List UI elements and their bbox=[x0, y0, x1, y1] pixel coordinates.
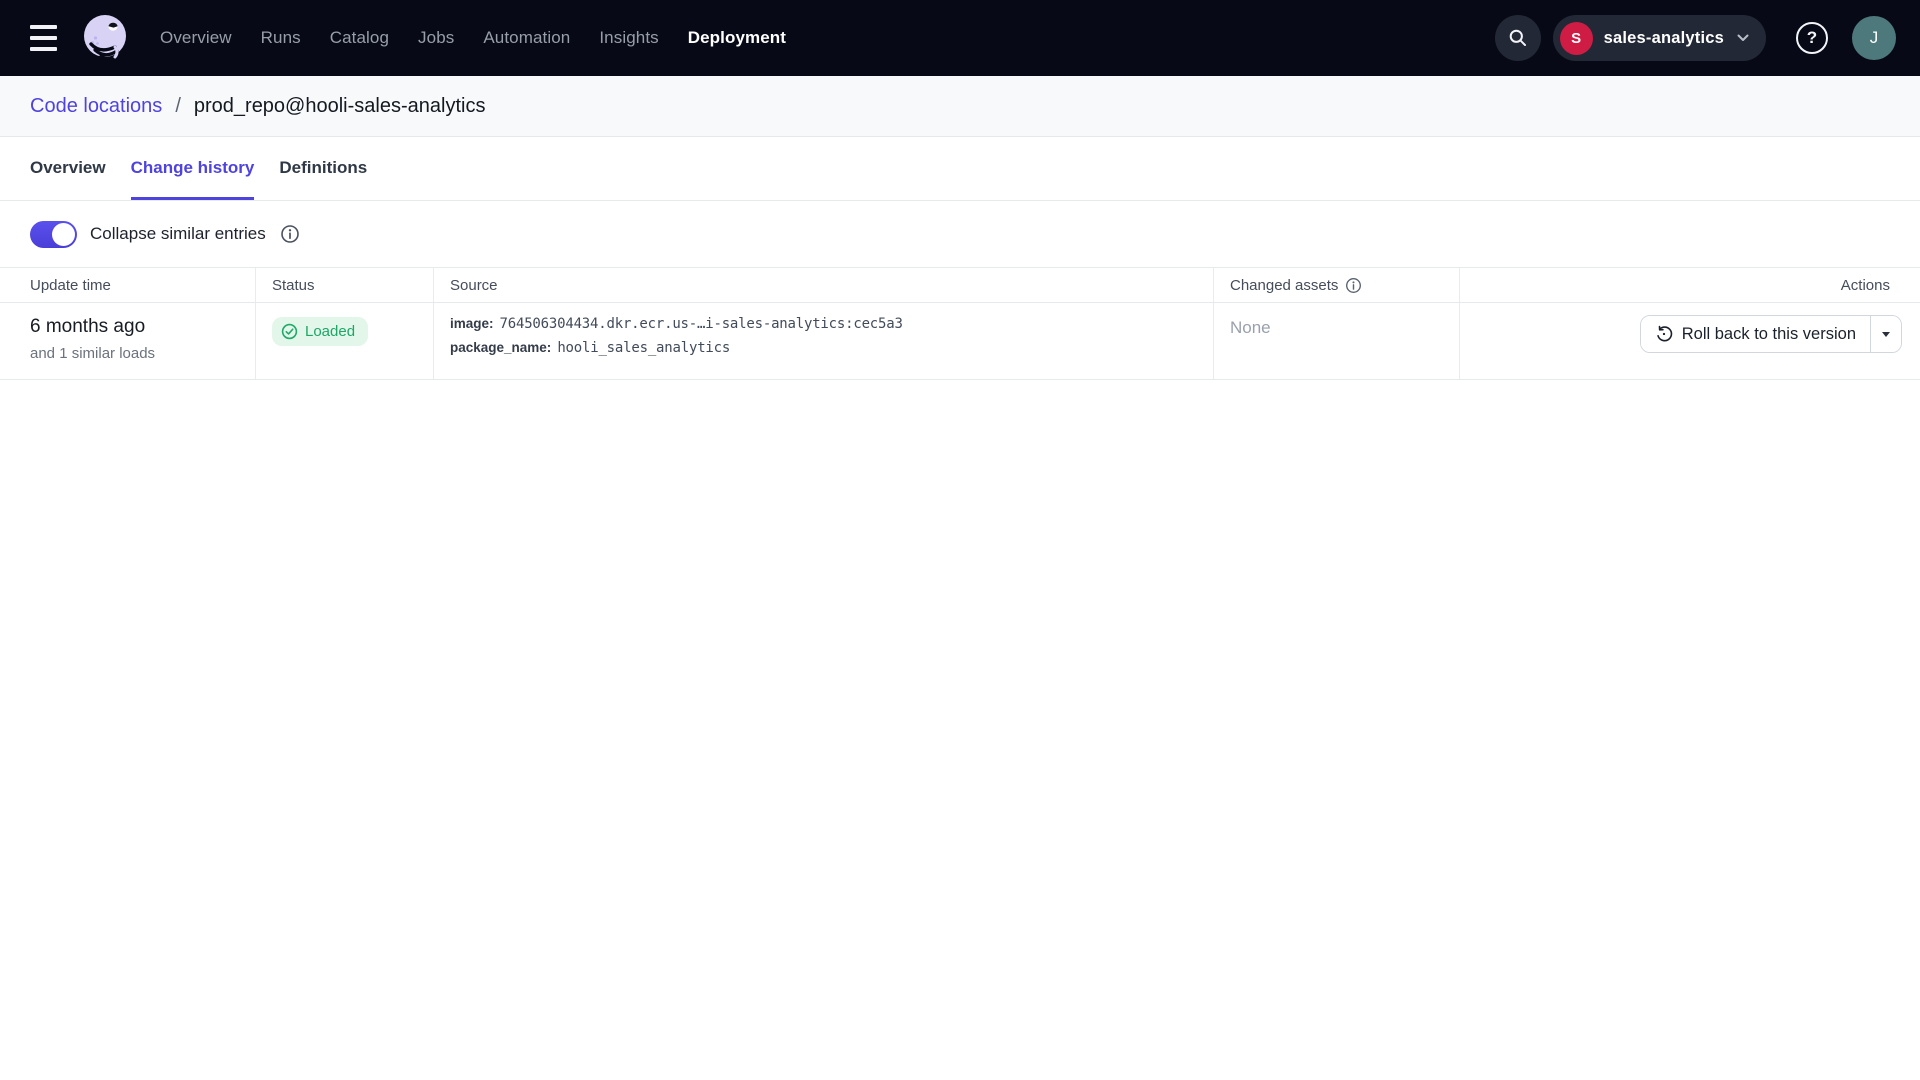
menu-button[interactable] bbox=[30, 25, 62, 51]
source-image-value: 764506304434.dkr.ecr.us-…i-sales-analyti… bbox=[500, 316, 903, 332]
workspace-avatar: S bbox=[1560, 22, 1593, 55]
page-title: prod_repo@hooli-sales-analytics bbox=[194, 95, 486, 118]
top-nav-bar: Overview Runs Catalog Jobs Automation In… bbox=[0, 0, 1920, 76]
nav-automation[interactable]: Automation bbox=[483, 28, 570, 48]
user-avatar[interactable]: J bbox=[1852, 16, 1896, 60]
changed-assets-cell: None bbox=[1213, 303, 1459, 379]
dagster-logo-icon[interactable] bbox=[78, 11, 132, 65]
source-image-key: image: bbox=[450, 316, 494, 331]
caret-down-icon bbox=[1882, 332, 1890, 337]
info-icon bbox=[280, 224, 300, 244]
help-button[interactable]: ? bbox=[1796, 22, 1828, 54]
breadcrumb-code-locations-link[interactable]: Code locations bbox=[30, 95, 162, 118]
source-package-value: hooli_sales_analytics bbox=[557, 340, 730, 356]
tabs: Overview Change history Definitions bbox=[0, 137, 1920, 201]
col-status: Status bbox=[255, 268, 433, 302]
col-update-time: Update time bbox=[0, 268, 255, 302]
source-package-key: package_name: bbox=[450, 340, 551, 355]
col-source: Source bbox=[433, 268, 1213, 302]
changed-assets-info-icon[interactable] bbox=[1345, 277, 1362, 294]
change-history-table: Update time Status Source Changed assets… bbox=[0, 267, 1920, 380]
rollback-split-button: Roll back to this version bbox=[1640, 315, 1902, 353]
tab-definitions[interactable]: Definitions bbox=[279, 137, 367, 200]
similar-loads-note: and 1 similar loads bbox=[30, 345, 239, 362]
table-header-row: Update time Status Source Changed assets… bbox=[0, 267, 1920, 303]
table-row: 6 months ago and 1 similar loads Loaded … bbox=[0, 303, 1920, 380]
col-changed-assets: Changed assets bbox=[1213, 268, 1459, 302]
collapse-info-button[interactable] bbox=[280, 224, 300, 244]
source-cell: image: 764506304434.dkr.ecr.us-…i-sales-… bbox=[433, 303, 1213, 379]
rollback-dropdown-button[interactable] bbox=[1870, 316, 1901, 352]
update-time-value: 6 months ago bbox=[30, 316, 239, 338]
workspace-switcher[interactable]: S sales-analytics bbox=[1553, 15, 1766, 61]
help-icon: ? bbox=[1796, 22, 1828, 54]
collapse-similar-toggle[interactable] bbox=[30, 221, 77, 248]
col-actions: Actions bbox=[1459, 268, 1920, 302]
nav-runs[interactable]: Runs bbox=[261, 28, 301, 48]
primary-nav: Overview Runs Catalog Jobs Automation In… bbox=[160, 28, 786, 48]
update-time-cell: 6 months ago and 1 similar loads bbox=[0, 303, 255, 379]
rollback-button[interactable]: Roll back to this version bbox=[1641, 316, 1870, 352]
breadcrumb-separator: / bbox=[175, 95, 181, 118]
nav-insights[interactable]: Insights bbox=[599, 28, 658, 48]
check-circle-icon bbox=[281, 323, 298, 340]
breadcrumb: Code locations / prod_repo@hooli-sales-a… bbox=[0, 76, 1920, 137]
history-rollback-icon bbox=[1655, 325, 1673, 343]
tab-overview[interactable]: Overview bbox=[30, 137, 106, 200]
search-button[interactable] bbox=[1495, 15, 1541, 61]
chevron-down-icon bbox=[1737, 34, 1749, 42]
menu-icon bbox=[30, 25, 57, 29]
search-icon bbox=[1508, 28, 1528, 48]
status-badge: Loaded bbox=[272, 317, 368, 346]
rollback-button-label: Roll back to this version bbox=[1682, 325, 1856, 344]
filter-row: Collapse similar entries bbox=[0, 201, 1920, 267]
nav-catalog[interactable]: Catalog bbox=[330, 28, 389, 48]
nav-jobs[interactable]: Jobs bbox=[418, 28, 454, 48]
status-cell: Loaded bbox=[255, 303, 433, 379]
status-label: Loaded bbox=[305, 323, 355, 340]
nav-deployment[interactable]: Deployment bbox=[688, 28, 786, 48]
actions-cell: Roll back to this version bbox=[1459, 303, 1920, 379]
nav-overview[interactable]: Overview bbox=[160, 28, 232, 48]
collapse-toggle-label: Collapse similar entries bbox=[90, 224, 266, 244]
tab-change-history[interactable]: Change history bbox=[131, 137, 255, 200]
workspace-label: sales-analytics bbox=[1604, 29, 1724, 48]
